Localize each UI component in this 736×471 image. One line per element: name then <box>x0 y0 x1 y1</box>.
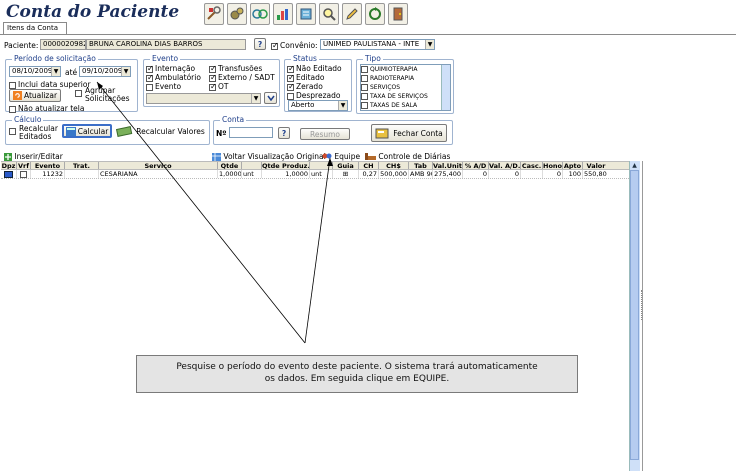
instruction-line-1: Pesquise o período do evento deste pacie… <box>176 362 538 372</box>
arrow-head <box>327 158 333 166</box>
instruction-line-2: os dados. Em seguida clique em EQUIPE. <box>264 374 450 384</box>
annotation-arrows <box>96 81 333 344</box>
arrow-to-periodo <box>96 81 306 344</box>
arrow-to-equipe <box>304 157 331 344</box>
instruction-callout: Pesquise o período do evento deste pacie… <box>136 355 578 393</box>
